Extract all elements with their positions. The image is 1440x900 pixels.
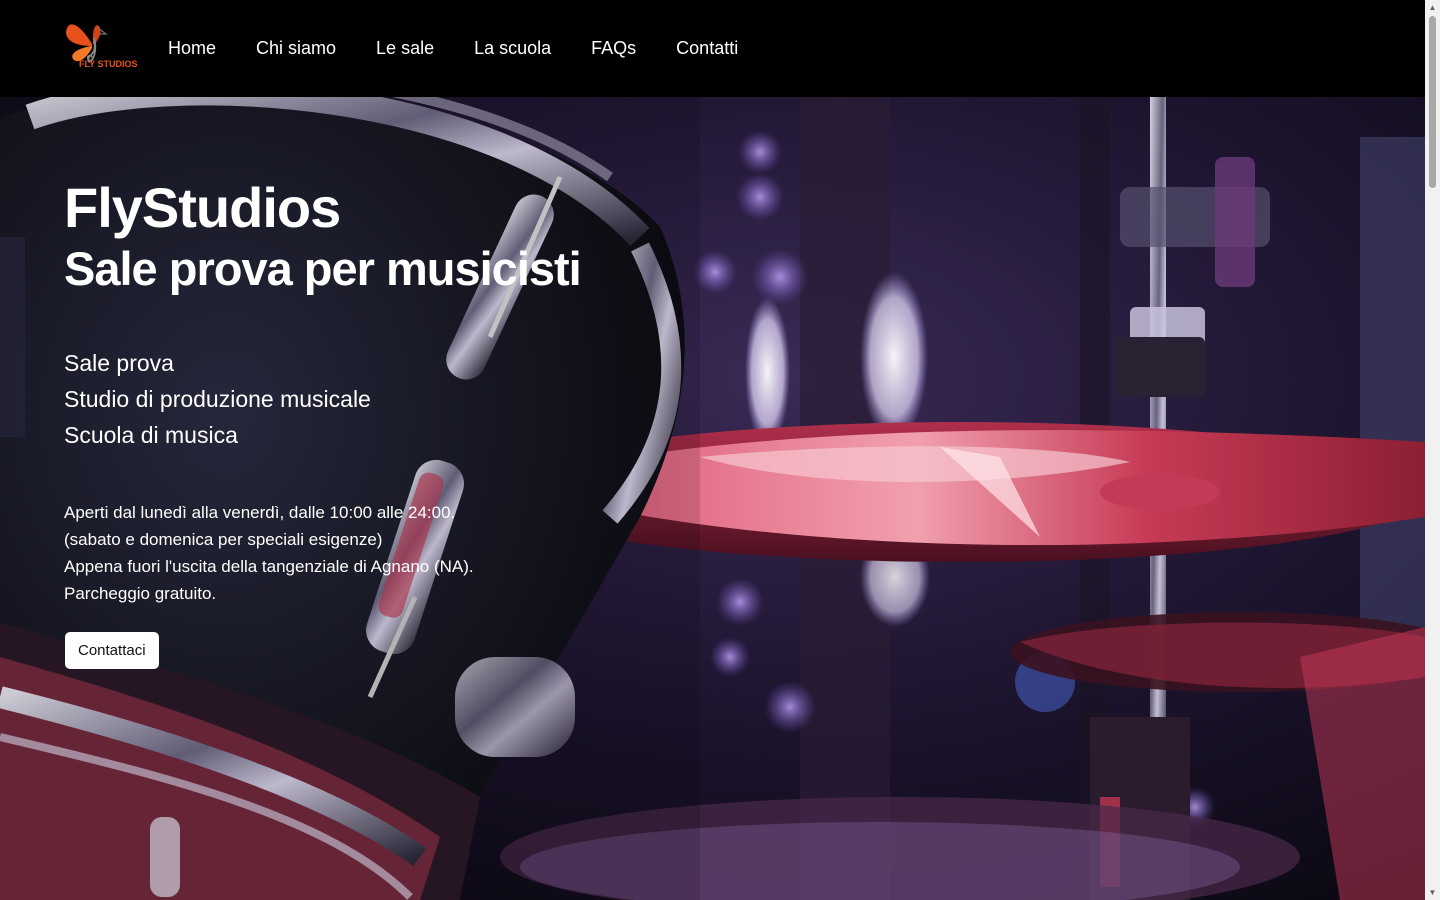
page: FLY STUDIOS Home Chi siamo Le sale La sc… <box>0 0 1425 900</box>
service-item: Sale prova <box>64 350 174 376</box>
hero-title: FlyStudios <box>64 176 341 239</box>
hero-subtitle: Sale prova per musicisti <box>64 242 582 295</box>
main-nav: Home Chi siamo Le sale La scuola FAQs Co… <box>148 0 758 97</box>
nav-contatti[interactable]: Contatti <box>656 38 758 59</box>
nav-le-sale[interactable]: Le sale <box>356 38 454 59</box>
logo-text: FLY STUDIOS <box>79 59 138 69</box>
scroll-down-arrow-icon[interactable]: ▼ <box>1425 885 1440 900</box>
nav-faqs[interactable]: FAQs <box>571 38 656 59</box>
scroll-up-arrow-icon[interactable]: ▲ <box>1425 0 1440 15</box>
nav-chi-siamo[interactable]: Chi siamo <box>236 38 356 59</box>
contact-button[interactable]: Contattaci <box>65 632 159 669</box>
opening-info: Aperti dal lunedì alla venerdì, dalle 10… <box>64 499 474 607</box>
parking-text: Parcheggio gratuito. <box>64 584 217 603</box>
service-item: Studio di produzione musicale <box>64 386 371 412</box>
hero-section: FlyStudios Sale prova per musicisti Sale… <box>0 97 1425 900</box>
opening-hours-text: Aperti dal lunedì alla venerdì, dalle 10… <box>64 503 456 522</box>
services-list: Sale prova Studio di produzione musicale… <box>64 345 371 453</box>
nav-la-scuola[interactable]: La scuola <box>454 38 571 59</box>
weekend-note-text: (sabato e domenica per speciali esigenze… <box>64 530 383 549</box>
location-text: Appena fuori l'uscita della tangenziale … <box>64 557 474 576</box>
page-scrollbar[interactable]: ▲ ▼ <box>1425 0 1440 900</box>
scrollbar-thumb[interactable] <box>1429 16 1436 188</box>
site-header: FLY STUDIOS Home Chi siamo Le sale La sc… <box>0 0 1425 97</box>
service-item: Scuola di musica <box>64 422 238 448</box>
nav-home[interactable]: Home <box>148 38 236 59</box>
flystudios-logo[interactable]: FLY STUDIOS <box>62 14 138 78</box>
